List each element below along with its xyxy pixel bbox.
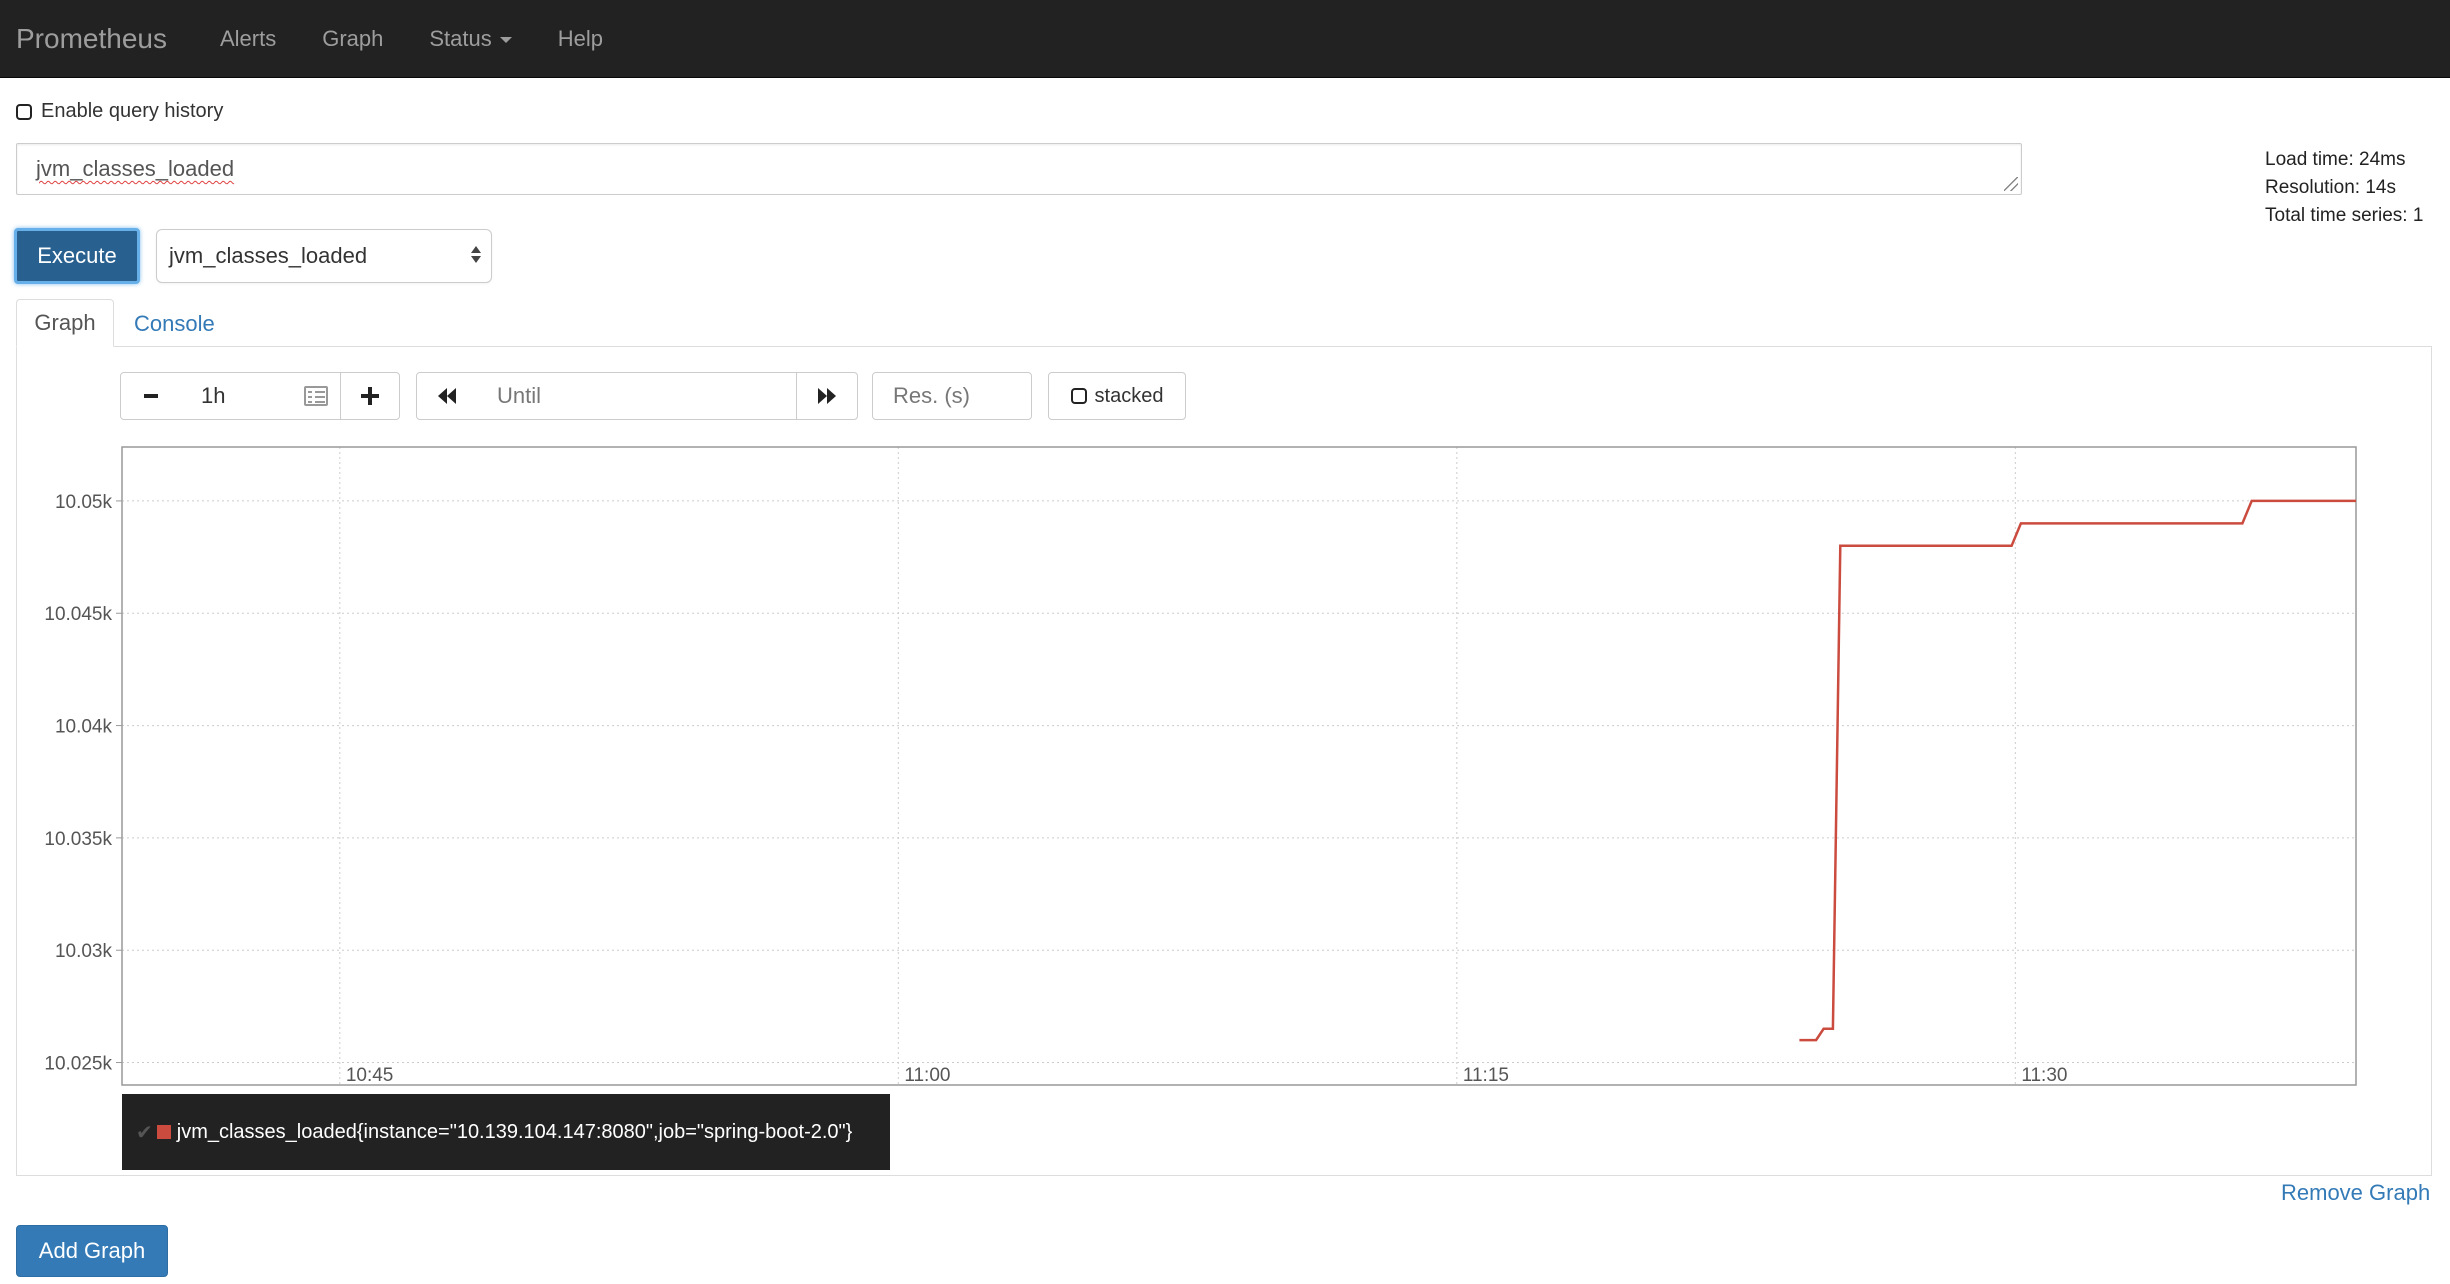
y-tick-label: 10.04k [55,717,113,738]
chart: 10.05k10.045k10.04k10.035k10.03k10.025k … [44,446,2357,1086]
y-tick-label: 10.03k [55,941,113,962]
x-tick-label: 11:00 [904,1065,950,1086]
y-tick-label: 10.025k [44,1054,112,1075]
tab-graph[interactable]: Graph [16,299,114,347]
y-tick-label: 10.045k [44,604,112,625]
remove-graph-link[interactable]: Remove Graph [2281,1180,2430,1206]
x-tick-label: 11:15 [1463,1065,1509,1086]
legend-check-icon[interactable]: ✔ [136,1120,153,1145]
add-graph-button[interactable]: Add Graph [16,1225,168,1277]
legend-entry[interactable]: jvm_classes_loaded{instance="10.139.104.… [177,1121,853,1144]
plot-frame [121,446,2357,1086]
x-tick-label: 11:30 [2021,1065,2067,1086]
legend-swatch [156,1125,171,1139]
legend: ✔ jvm_classes_loaded{instance="10.139.10… [122,1094,890,1170]
series-line[interactable] [1799,499,2356,1042]
y-tick-label: 10.035k [44,829,112,850]
x-tick-label: 10:45 [346,1065,394,1086]
y-tick-label: 10.05k [55,492,113,513]
